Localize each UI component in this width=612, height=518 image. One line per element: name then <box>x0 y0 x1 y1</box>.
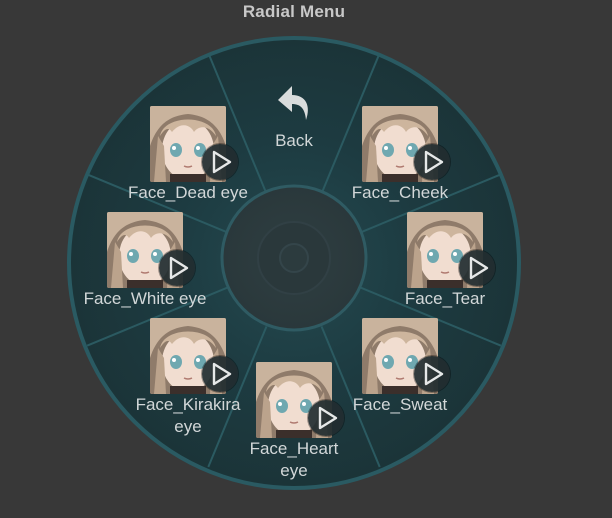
menu-item-face-cheek[interactable]: Face_Cheek <box>325 106 475 204</box>
menu-item-face-dead-eye[interactable]: Face_Dead eye <box>113 106 263 204</box>
play-icon[interactable] <box>308 400 344 436</box>
wheel-center-dot <box>279 243 309 273</box>
menu-item-face-heart-eye[interactable]: Face_Heart eye <box>219 362 369 482</box>
play-icon[interactable] <box>414 144 450 180</box>
back-arrow-icon <box>274 80 314 126</box>
back-button[interactable]: Back <box>254 80 334 152</box>
play-icon[interactable] <box>414 356 450 392</box>
menu-item-face-tear[interactable]: Face_Tear <box>370 212 520 310</box>
radial-menu-window: Radial Menu Back Face_Dead eye Face_Chee… <box>0 0 612 518</box>
menu-item-label: Face_Cheek <box>351 183 449 202</box>
menu-item-face-white-eye[interactable]: Face_White eye <box>70 212 220 310</box>
back-label: Back <box>275 131 313 150</box>
menu-item-label: Face_Dead eye <box>127 183 249 202</box>
menu-item-label: Face_Tear <box>404 289 486 308</box>
play-icon[interactable] <box>459 250 495 286</box>
play-icon[interactable] <box>202 144 238 180</box>
menu-item-label: Face_White eye <box>83 289 207 308</box>
play-icon[interactable] <box>159 250 195 286</box>
menu-item-label: Face_Heart eye <box>249 439 339 480</box>
